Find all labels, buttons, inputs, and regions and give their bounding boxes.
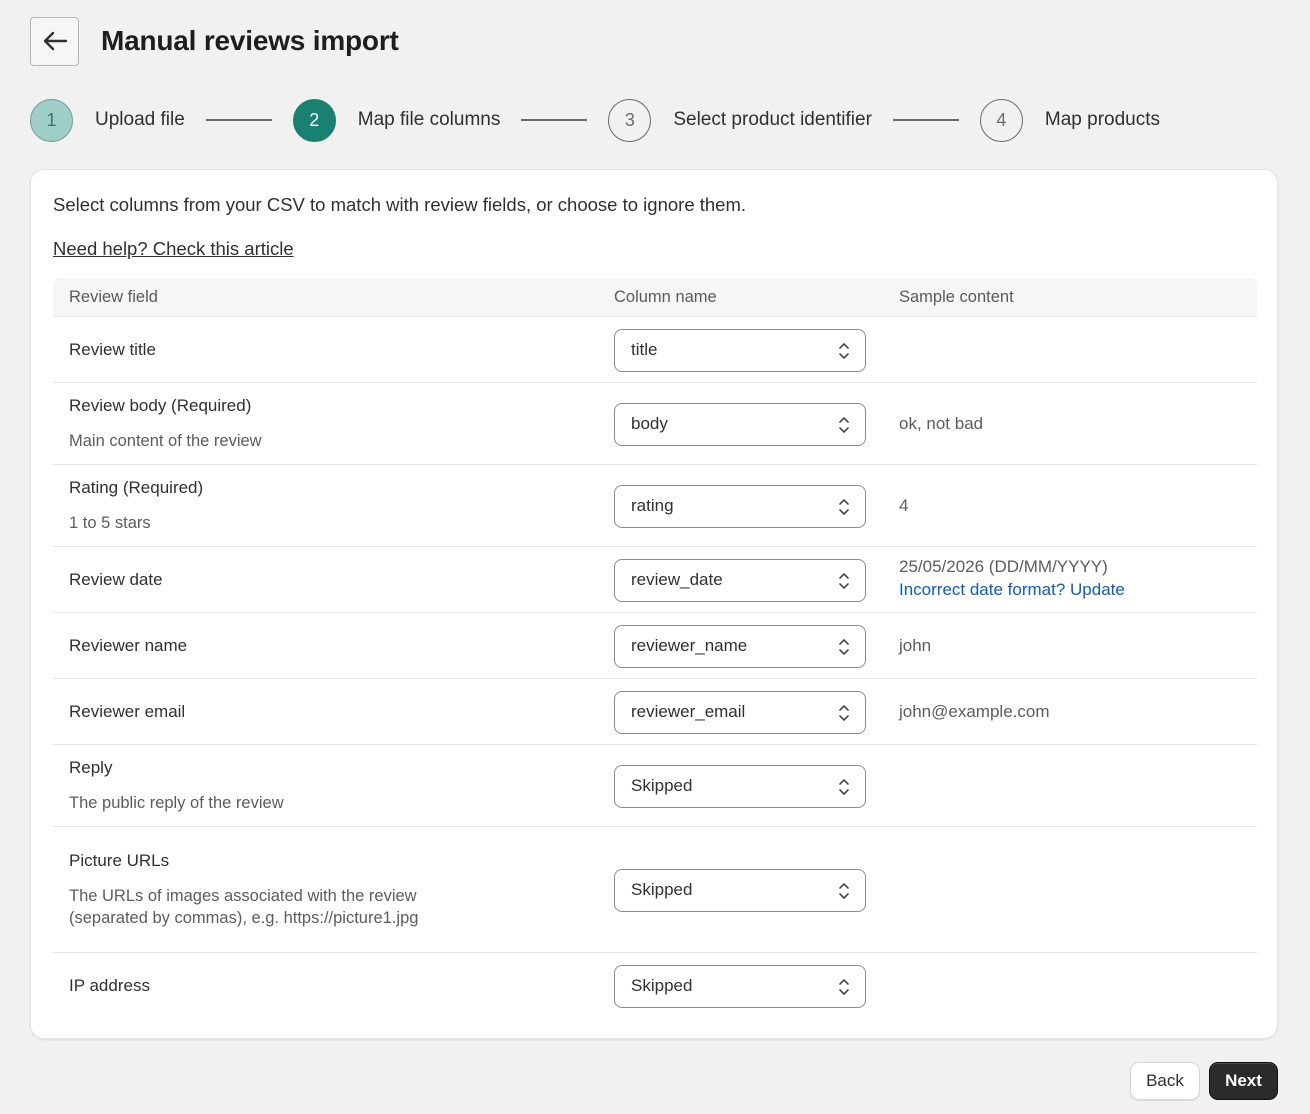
select-chevron-icon [839, 498, 849, 515]
sample-value: 25/05/2026 (DD/MM/YYYY) [899, 557, 1108, 576]
column-select-value: reviewer_name [631, 636, 748, 655]
step-connector [892, 119, 959, 121]
review-field-title: Rating (Required) [69, 477, 204, 497]
select-chevron-icon [839, 882, 849, 899]
column-select-value: body [631, 414, 668, 433]
table-row: Review title title [53, 317, 1257, 383]
table-row: Reviewer email reviewer_email john@example… [53, 679, 1257, 745]
review-field-title: Review date [69, 569, 163, 589]
select-chevron-icon [839, 416, 849, 433]
table-header: Review field Column name Sample content [53, 278, 1257, 317]
table-row: Picture URLs The URLs of images associate… [53, 827, 1257, 953]
column-select[interactable]: reviewer_email [614, 690, 866, 734]
step-number-4: 4 [979, 98, 1023, 142]
review-field-title: Review body (Required) [69, 395, 252, 415]
intro-text: Select columns from your CSV to match wi… [53, 194, 747, 215]
table-row: Reviewer name reviewer_name john [53, 613, 1257, 679]
review-field-title: IP address [69, 976, 150, 995]
sample-content: john [899, 636, 931, 656]
mapping-card: Select columns from your CSV to match wi… [30, 169, 1278, 1039]
table-row: Rating (Required) 1 to 5 stars rating 4 [53, 465, 1257, 547]
header-review-field: Review field [69, 287, 158, 306]
review-field-description: The URLs of images associated with the r… [69, 886, 419, 927]
column-select[interactable]: Skipped [614, 964, 866, 1008]
import-stepper: 1 Upload file 2 Map file columns 3 Selec… [30, 98, 1160, 142]
review-field-cell: Reply The public reply of the review [69, 745, 429, 826]
table-row: Review date review_date 25/05/2026 (DD/MM/… [53, 547, 1257, 613]
review-field-cell: Review body (Required) Main content of th… [69, 383, 429, 464]
step-label: Map file columns [357, 109, 501, 130]
column-select-value: title [631, 340, 658, 359]
column-select[interactable]: title [614, 328, 866, 372]
column-select[interactable]: Skipped [614, 764, 866, 808]
select-chevron-icon [839, 778, 849, 795]
review-field-cell: IP address [69, 953, 429, 1019]
review-field-cell: Rating (Required) 1 to 5 stars [69, 465, 429, 546]
table-row: Reply The public reply of the review Skipp… [53, 745, 1257, 827]
review-field-description: The public reply of the review [69, 793, 284, 812]
header-column-name: Column name [614, 287, 717, 306]
select-chevron-icon [839, 572, 849, 589]
header-sample-content: Sample content [899, 287, 1014, 306]
step-upload-file[interactable]: 1 Upload file [30, 98, 185, 142]
step-label: Select product identifier [673, 109, 872, 130]
review-field-title: Reviewer email [69, 701, 186, 721]
step-number-1: 1 [30, 98, 73, 142]
column-select-value: rating [631, 496, 674, 515]
sample-value: ok, not bad [899, 414, 984, 433]
step-number-2: 2 [292, 98, 336, 142]
review-field-description: Main content of the review [69, 431, 262, 450]
next-button[interactable]: Next [1209, 1062, 1278, 1100]
column-select[interactable]: review_date [614, 558, 866, 602]
step-label: Map products [1044, 109, 1161, 130]
step-select-product-identifier[interactable]: 3 Select product identifier [608, 98, 872, 142]
select-chevron-icon [839, 342, 849, 359]
select-chevron-icon [839, 704, 849, 721]
column-select-value: review_date [631, 570, 723, 589]
review-field-title: Review title [69, 339, 156, 359]
column-select-value: Skipped [631, 776, 693, 795]
review-field-title: Reviewer name [69, 635, 188, 655]
step-map-file-columns[interactable]: 2 Map file columns [292, 98, 501, 142]
help-article-link[interactable]: Need help? Check this article [53, 238, 294, 260]
table-row: Review body (Required) Main content of th… [53, 383, 1257, 465]
update-date-format-link[interactable]: Incorrect date format? Update [899, 580, 1125, 600]
column-select[interactable]: Skipped [614, 868, 866, 912]
column-select[interactable]: rating [614, 484, 866, 528]
step-label: Upload file [95, 109, 185, 130]
review-field-cell: Review title [69, 317, 429, 382]
mapping-table: Review field Column name Sample content … [53, 278, 1257, 1019]
sample-value: 4 [899, 496, 909, 515]
page-title: Manual reviews import [101, 25, 399, 56]
sample-content: ok, not bad [899, 414, 983, 434]
column-select[interactable]: reviewer_name [614, 624, 866, 668]
table-row: IP address Skipped [53, 953, 1257, 1019]
select-chevron-icon [839, 978, 849, 995]
sample-value: john@example.com [899, 702, 1050, 721]
review-field-cell: Picture URLs The URLs of images associate… [69, 827, 429, 952]
review-field-title: Picture URLs [69, 850, 170, 870]
step-connector [205, 119, 272, 121]
column-select-value: Skipped [631, 880, 693, 899]
review-field-description: 1 to 5 stars [69, 513, 151, 532]
review-field-cell: Review date [69, 547, 429, 612]
step-connector [521, 119, 588, 121]
column-select[interactable]: body [614, 402, 866, 446]
back-arrow-button[interactable] [30, 16, 79, 66]
back-button[interactable]: Back [1130, 1062, 1200, 1100]
sample-content: john@example.com [899, 702, 1050, 722]
select-chevron-icon [839, 638, 849, 655]
step-number-3: 3 [608, 98, 652, 142]
step-map-products[interactable]: 4 Map products [979, 98, 1161, 142]
sample-value: john [899, 636, 932, 655]
review-field-cell: Reviewer email [69, 679, 429, 744]
review-field-title: Reply [69, 757, 113, 777]
sample-content: 4 [899, 496, 908, 516]
page-header: Manual reviews import [30, 16, 399, 66]
column-select-value: reviewer_email [631, 702, 746, 721]
sample-content: 25/05/2026 (DD/MM/YYYY) Incorrect date fo… [899, 557, 1125, 600]
review-field-cell: Reviewer name [69, 613, 429, 678]
column-select-value: Skipped [631, 976, 693, 995]
arrow-left-icon [43, 31, 67, 51]
